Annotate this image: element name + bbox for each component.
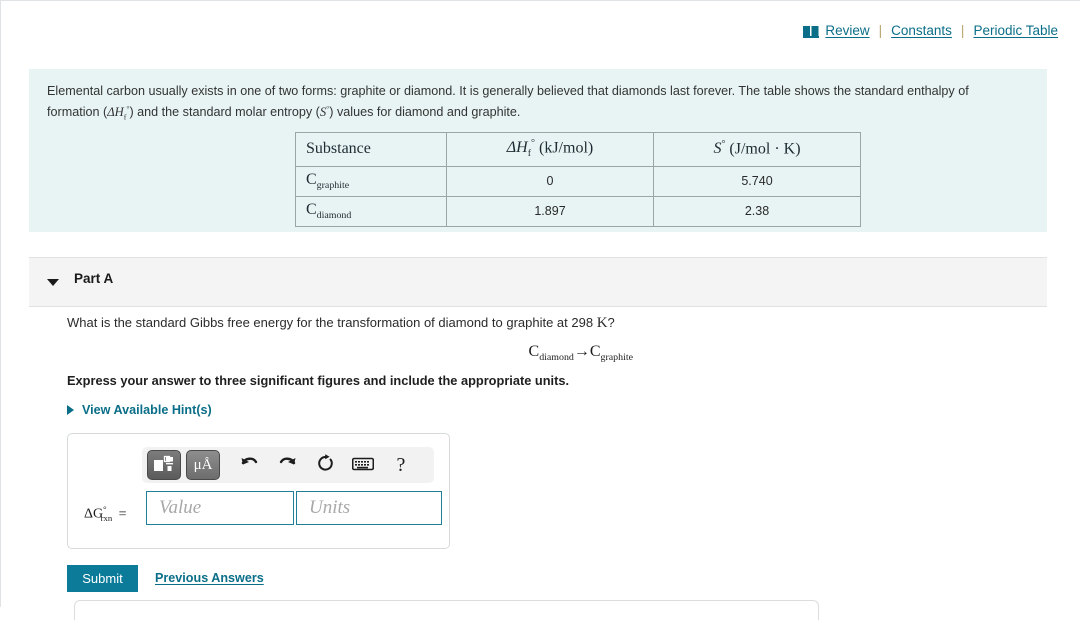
thermodynamic-data-table: Substance ΔHf° (kJ/mol) S° (J/mol · K) C… bbox=[295, 132, 861, 227]
question-kelvin-symbol: K bbox=[596, 315, 608, 331]
undo-icon bbox=[240, 455, 259, 475]
next-section-panel bbox=[74, 600, 819, 620]
keyboard-icon bbox=[351, 457, 375, 474]
entropy-symbol-inline: S° bbox=[319, 104, 330, 120]
problem-intro-panel: Elemental carbon usually exists in one o… bbox=[29, 69, 1047, 232]
question-text-b: ? bbox=[607, 315, 615, 330]
top-links-bar: Review | Constants | Periodic Table bbox=[803, 23, 1058, 38]
cell-substance-graphite: Cgraphite bbox=[295, 165, 447, 197]
problem-statement: Elemental carbon usually exists in one o… bbox=[47, 83, 1012, 126]
periodic-table-link[interactable]: Periodic Table bbox=[973, 23, 1058, 38]
answer-toolbar: μÅ ? bbox=[142, 447, 434, 483]
undo-button[interactable] bbox=[234, 450, 264, 480]
math-template-icon bbox=[153, 455, 175, 476]
keyboard-button[interactable] bbox=[348, 450, 378, 480]
reaction-equation: Cdiamond→Cgraphite bbox=[67, 343, 633, 363]
micro-angstrom-icon: μÅ bbox=[193, 456, 213, 473]
link-separator-2: | bbox=[960, 23, 965, 38]
reset-button[interactable] bbox=[310, 450, 340, 480]
question-text-a: What is the standard Gibbs free energy f… bbox=[67, 315, 597, 330]
view-hints-label: View Available Hint(s) bbox=[82, 403, 212, 417]
cell-entropy-diamond: 2.38 bbox=[653, 195, 861, 227]
table-row: Cdiamond 1.897 2.38 bbox=[295, 195, 861, 227]
page-frame: Review | Constants | Periodic Table Elem… bbox=[0, 0, 1080, 620]
header-enthalpy: ΔHf° (kJ/mol) bbox=[446, 132, 654, 167]
header-substance: Substance bbox=[295, 132, 447, 167]
link-separator-1: | bbox=[878, 23, 883, 38]
problem-line-1: Elemental carbon usually exists in one o… bbox=[47, 84, 969, 98]
cell-entropy-graphite: 5.740 bbox=[653, 165, 861, 197]
chevron-right-icon bbox=[67, 405, 74, 415]
book-icon bbox=[803, 25, 820, 38]
chevron-down-icon[interactable] bbox=[47, 279, 59, 286]
math-template-button[interactable] bbox=[147, 450, 181, 480]
redo-icon bbox=[278, 455, 297, 475]
submit-button[interactable]: Submit bbox=[67, 565, 138, 592]
reset-icon bbox=[316, 454, 335, 476]
answer-entry-box: μÅ ? ΔG°rxn = Value Units bbox=[67, 433, 450, 549]
table-header-row: Substance ΔHf° (kJ/mol) S° (J/mol · K) bbox=[295, 132, 861, 167]
problem-line-2c: ) values for diamond and graphite. bbox=[329, 105, 521, 120]
table-row: Cgraphite 0 5.740 bbox=[295, 165, 861, 197]
cell-enthalpy-diamond: 1.897 bbox=[446, 195, 654, 227]
answer-variable-label: ΔG°rxn = bbox=[84, 504, 127, 524]
equation-reactant: Cdiamond bbox=[528, 343, 574, 364]
cell-enthalpy-graphite: 0 bbox=[446, 165, 654, 197]
previous-answers-link[interactable]: Previous Answers bbox=[155, 571, 264, 585]
part-title: Part A bbox=[74, 271, 114, 286]
problem-line-2b: ) and the standard molar entropy ( bbox=[129, 105, 320, 120]
constants-link[interactable]: Constants bbox=[891, 23, 952, 38]
answer-instruction: Express your answer to three significant… bbox=[67, 373, 570, 388]
content-column: Review | Constants | Periodic Table Elem… bbox=[7, 2, 1080, 620]
equation-arrow-icon: → bbox=[573, 343, 590, 360]
cell-substance-diamond: Cdiamond bbox=[295, 195, 447, 227]
help-button[interactable]: ? bbox=[386, 450, 416, 480]
part-a-header-band[interactable]: Part A bbox=[29, 257, 1047, 307]
problem-line-2a: formation ( bbox=[47, 105, 108, 120]
view-hints-toggle[interactable]: View Available Hint(s) bbox=[67, 403, 212, 417]
units-button[interactable]: μÅ bbox=[186, 450, 220, 480]
header-entropy: S° (J/mol · K) bbox=[653, 132, 861, 167]
enthalpy-symbol-inline: ΔHf° bbox=[107, 104, 130, 122]
review-link[interactable]: Review bbox=[825, 23, 869, 38]
question-mark-icon: ? bbox=[396, 453, 406, 476]
question-text: What is the standard Gibbs free energy f… bbox=[67, 314, 615, 332]
units-input[interactable] bbox=[296, 491, 442, 525]
equation-product: Cgraphite bbox=[589, 343, 633, 364]
redo-button[interactable] bbox=[272, 450, 302, 480]
value-input[interactable] bbox=[146, 491, 294, 525]
